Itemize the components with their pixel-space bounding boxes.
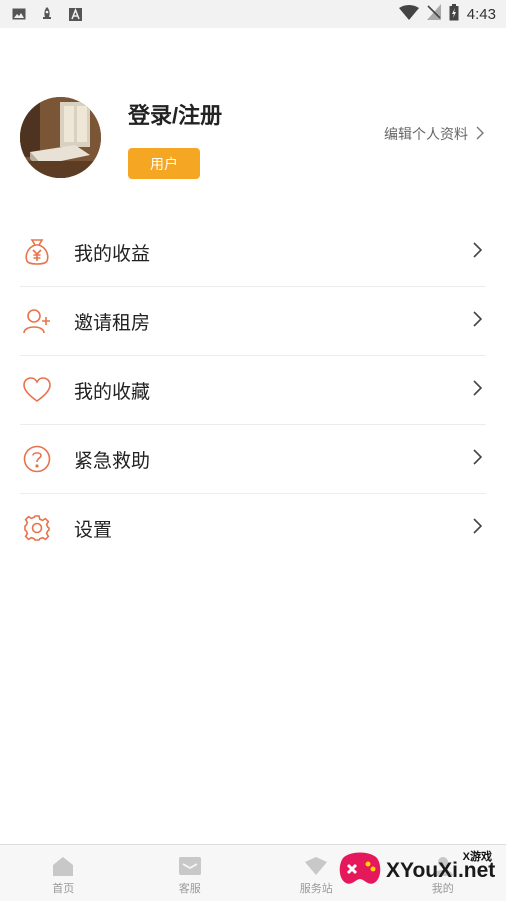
tab-home[interactable]: 首页 [0, 845, 127, 901]
menu-item-favorites[interactable]: 我的收藏 [20, 356, 486, 425]
watermark-top-text: X游戏 [463, 848, 492, 864]
chevron-right-icon [473, 380, 482, 400]
tab-label: 首页 [52, 880, 74, 896]
menu-label: 我的收益 [74, 239, 150, 266]
menu-label: 紧急救助 [74, 446, 150, 473]
menu-list: 我的收益 邀请租房 我的收藏 [20, 218, 486, 562]
menu-label: 邀请租房 [74, 308, 150, 335]
chevron-right-icon [476, 126, 484, 143]
text-icon [68, 7, 82, 21]
service-icon [304, 855, 328, 877]
menu-item-invite-rent[interactable]: 邀请租房 [20, 287, 486, 356]
watermark: XYouXi.net X游戏 [338, 846, 498, 896]
avatar[interactable] [20, 97, 101, 178]
home-icon [51, 855, 75, 877]
help-circle-icon [22, 444, 52, 474]
status-time: 4:43 [467, 6, 496, 23]
tab-customer-service[interactable]: 客服 [127, 845, 254, 901]
battery-icon [449, 4, 459, 25]
chevron-right-icon [473, 518, 482, 538]
status-bar: 4:43 [0, 0, 506, 28]
menu-item-emergency-help[interactable]: 紧急救助 [20, 425, 486, 494]
wifi-icon [399, 5, 419, 24]
edit-profile-label: 编辑个人资料 [384, 124, 468, 144]
chevron-right-icon [473, 242, 482, 262]
tab-label: 服务站 [300, 880, 333, 896]
edit-profile-link[interactable]: 编辑个人资料 [384, 124, 484, 144]
heart-icon [22, 375, 52, 405]
gamepad-logo-icon [338, 849, 382, 893]
chevron-right-icon [473, 449, 482, 469]
login-register-link[interactable]: 登录/注册 [128, 98, 222, 130]
inbox-icon [178, 855, 202, 877]
add-user-icon [22, 306, 52, 336]
menu-label: 设置 [74, 515, 112, 542]
chevron-right-icon [473, 311, 482, 331]
money-bag-icon [22, 237, 52, 267]
menu-item-settings[interactable]: 设置 [20, 494, 486, 562]
menu-item-earnings[interactable]: 我的收益 [20, 218, 486, 287]
image-icon [12, 7, 26, 21]
rocket-icon [40, 7, 54, 21]
gear-icon [22, 513, 52, 543]
tab-label: 客服 [179, 880, 201, 896]
role-badge: 用户 [128, 148, 200, 179]
no-signal-icon [427, 4, 441, 24]
menu-label: 我的收藏 [74, 377, 150, 404]
